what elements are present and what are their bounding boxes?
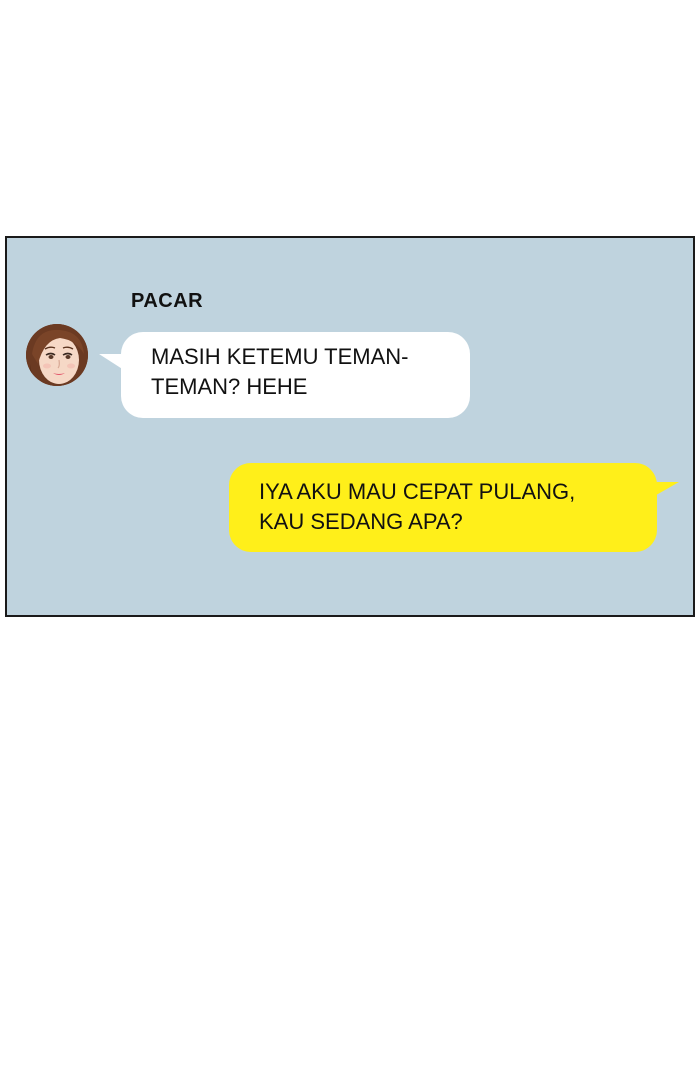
sender-name: PACAR xyxy=(131,290,204,312)
chat-panel: PACAR MASIH KETEMU TEMAN- TEMAN? HEHE IY… xyxy=(5,236,695,617)
outgoing-message-line-2: KAU SEDANG APA? xyxy=(259,509,463,534)
incoming-message-line-2: TEMAN? HEHE xyxy=(151,374,308,399)
outgoing-message-line-1: IYA AKU MAU CEPAT PULANG, xyxy=(259,479,576,504)
outgoing-message-bubble: IYA AKU MAU CEPAT PULANG, KAU SEDANG APA… xyxy=(229,463,679,552)
girlfriend-avatar-icon xyxy=(26,324,88,386)
incoming-message-bubble: MASIH KETEMU TEMAN- TEMAN? HEHE xyxy=(99,332,470,418)
incoming-message-line-1: MASIH KETEMU TEMAN- xyxy=(151,344,409,369)
